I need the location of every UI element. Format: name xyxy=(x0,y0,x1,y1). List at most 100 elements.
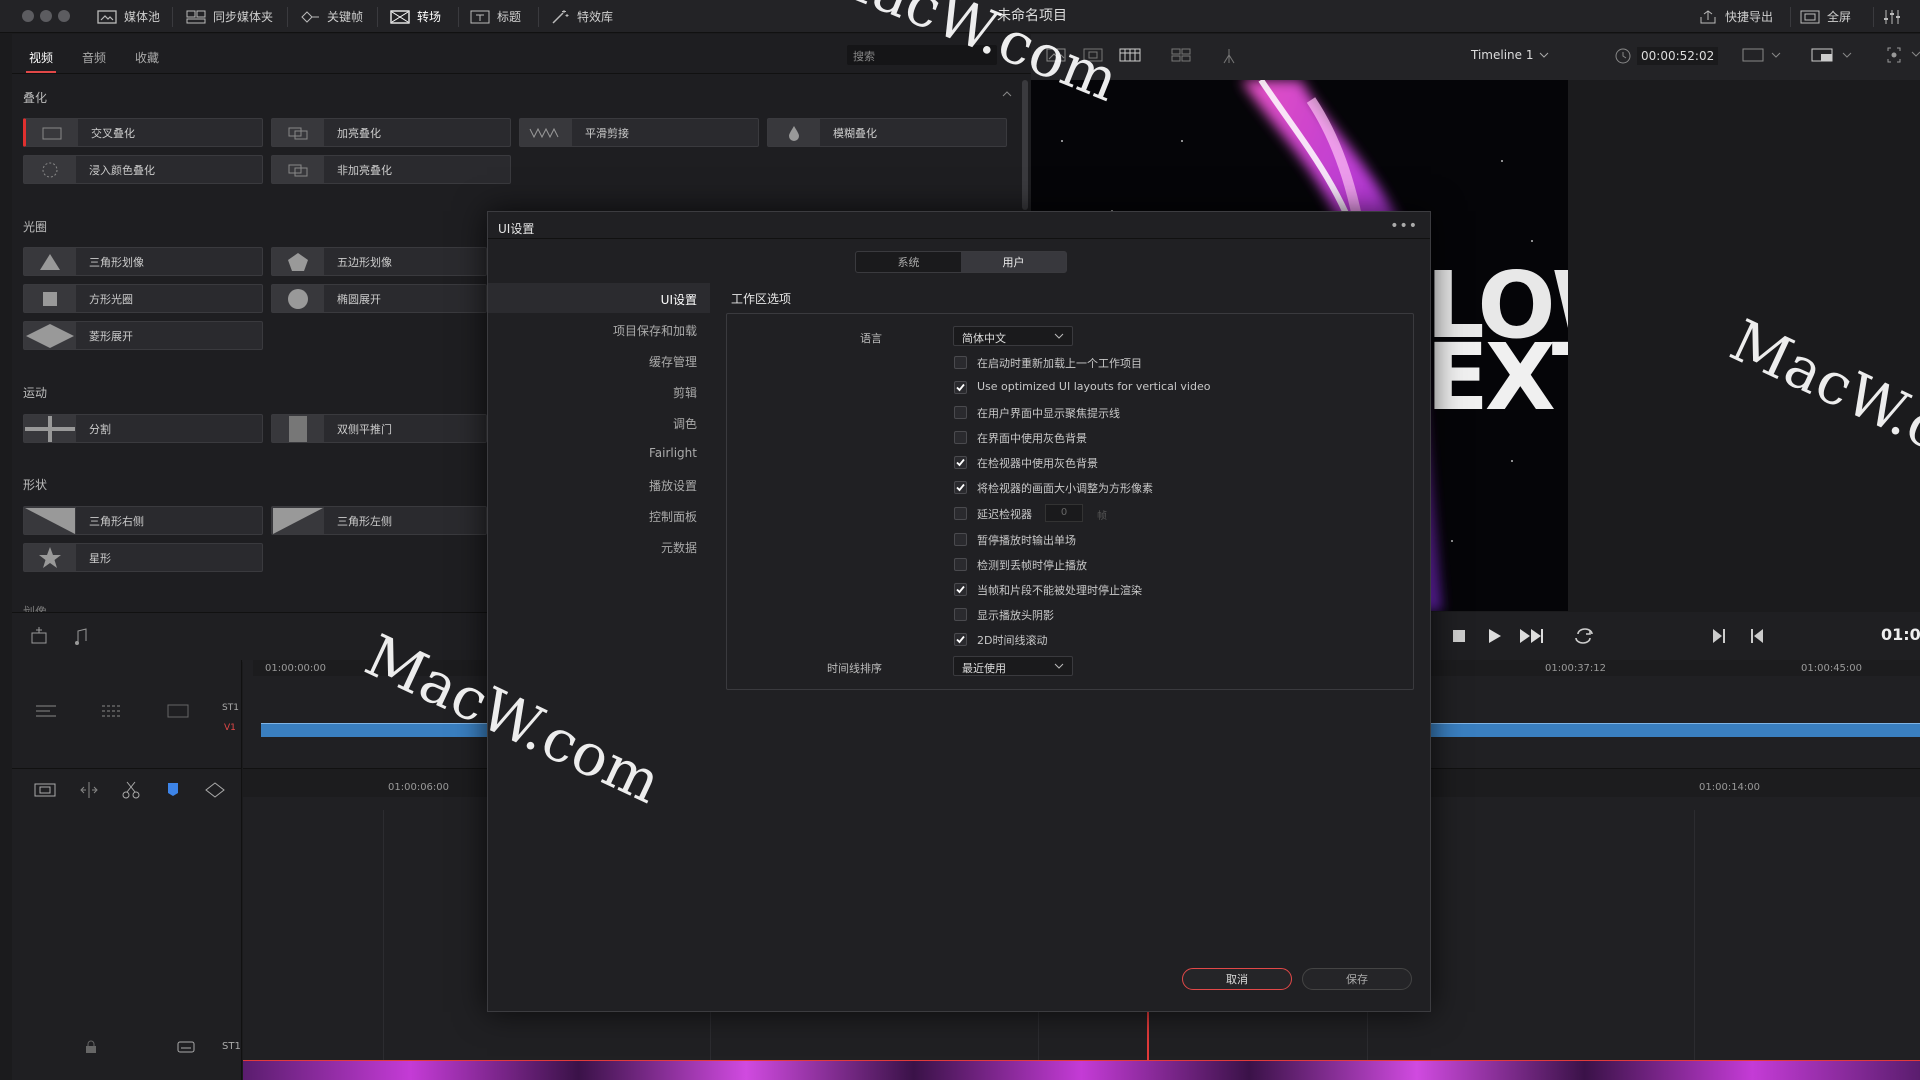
transition-split[interactable]: 分割 xyxy=(23,414,263,443)
trim-icon[interactable] xyxy=(76,780,102,800)
nav-playback[interactable]: 播放设置 xyxy=(649,477,697,494)
play-icon[interactable] xyxy=(1486,627,1502,645)
checkbox-delay-viewer[interactable] xyxy=(954,507,967,520)
option-label: Use optimized UI layouts for vertical vi… xyxy=(977,380,1211,393)
pentagon-icon xyxy=(288,252,308,271)
sync-bin-button[interactable]: 同步媒体夹 xyxy=(186,0,273,33)
window-minimize-button[interactable] xyxy=(40,10,52,22)
marker-icon[interactable] xyxy=(202,780,228,800)
mixer-button[interactable] xyxy=(1882,0,1902,33)
nav-edit[interactable]: 剪辑 xyxy=(673,384,697,401)
clip-thumbnails[interactable] xyxy=(243,1060,1920,1080)
tab-video[interactable]: 视频 xyxy=(29,49,53,66)
transition-non-additive-dissolve[interactable]: 非加亮叠化 xyxy=(271,155,511,184)
track-audio-icon[interactable] xyxy=(100,702,124,720)
timeline-selector[interactable]: Timeline 1 xyxy=(1471,48,1549,62)
barn-door-icon xyxy=(289,415,307,442)
transition-triangle-right[interactable]: 三角形右侧 xyxy=(23,506,263,535)
nav-project-save-load[interactable]: 项目保存和加载 xyxy=(613,322,697,339)
thumbnail xyxy=(272,156,324,183)
language-dropdown[interactable]: 简体中文 xyxy=(953,326,1073,346)
nav-color[interactable]: 调色 xyxy=(673,415,697,432)
checkbox-square-pixels[interactable] xyxy=(954,481,967,494)
viewer-size-dropdown[interactable] xyxy=(1742,47,1782,63)
track-label-st1: ST1 xyxy=(222,703,239,713)
track-select-icon[interactable] xyxy=(34,702,58,720)
tab-user[interactable]: 用户 xyxy=(961,252,1066,272)
previous-clip-icon[interactable] xyxy=(1749,627,1765,645)
metadata-icon[interactable] xyxy=(1221,47,1237,65)
transition-additive-dissolve[interactable]: 加亮叠化 xyxy=(271,118,511,147)
checkmark-icon xyxy=(956,458,965,467)
transition-barn-door[interactable]: 双侧平推门 xyxy=(271,414,487,443)
transition-triangle-left[interactable]: 三角形左侧 xyxy=(271,506,487,535)
media-pool-button[interactable]: 媒体池 xyxy=(97,0,160,33)
more-options-icon[interactable]: ••• xyxy=(1390,218,1418,234)
tab-system[interactable]: 系统 xyxy=(856,252,961,272)
transition-cross-dissolve[interactable]: 交叉叠化 xyxy=(23,118,263,147)
transition-oval-iris[interactable]: 椭圆展开 xyxy=(271,284,487,313)
loop-icon[interactable] xyxy=(1571,626,1597,646)
window-zoom-button[interactable] xyxy=(58,10,70,22)
effects-library-button[interactable]: 特效库 xyxy=(550,0,613,33)
hq-icon[interactable] xyxy=(1811,47,1855,63)
cancel-button[interactable]: 取消 xyxy=(1182,968,1292,990)
stop-icon[interactable] xyxy=(1451,627,1467,645)
transition-diamond-iris[interactable]: 菱形展开 xyxy=(23,321,263,350)
checkbox-gray-background-viewer[interactable] xyxy=(954,456,967,469)
separator xyxy=(538,7,539,27)
delay-frames-input[interactable]: 0 xyxy=(1045,504,1083,522)
subtitle-icon[interactable] xyxy=(177,1040,195,1054)
nav-control-panels[interactable]: 控制面板 xyxy=(649,508,697,525)
flag-icon[interactable] xyxy=(162,780,184,800)
keyframes-button[interactable]: 关键帧 xyxy=(300,0,363,33)
chevron-up-icon[interactable] xyxy=(1002,90,1012,98)
checkbox-vertical-video-layouts[interactable] xyxy=(954,381,967,394)
checkbox-output-single-field[interactable] xyxy=(954,533,967,546)
clip-view-icon[interactable] xyxy=(32,780,58,800)
next-clip-icon[interactable] xyxy=(1711,627,1727,645)
scrollbar[interactable] xyxy=(1022,80,1028,210)
track-video-icon[interactable] xyxy=(166,702,190,720)
transition-smooth-cut[interactable]: 平滑剪接 xyxy=(519,118,759,147)
nav-cache-management[interactable]: 缓存管理 xyxy=(649,353,697,370)
transition-triangle-iris[interactable]: 三角形划像 xyxy=(23,247,263,276)
timecode-label: 01:00:00:00 xyxy=(265,663,327,674)
transitions-button[interactable]: 转场 xyxy=(390,0,441,33)
window-close-button[interactable] xyxy=(22,10,34,22)
fullscreen-expand-icon[interactable] xyxy=(1886,46,1920,64)
lock-icon[interactable] xyxy=(84,1040,98,1054)
timeline-sort-dropdown[interactable]: 最近使用 xyxy=(953,656,1073,676)
video-track-add-icon[interactable] xyxy=(28,625,50,647)
transition-blur-dissolve[interactable]: 模糊叠化 xyxy=(767,118,1007,147)
fullscreen-button[interactable]: 全屏 xyxy=(1800,0,1851,33)
transition-dip-to-color[interactable]: 浸入颜色叠化 xyxy=(23,155,263,184)
transition-pentagon-iris[interactable]: 五边形划像 xyxy=(271,247,487,276)
save-button[interactable]: 保存 xyxy=(1302,968,1412,990)
titles-button[interactable]: 标题 xyxy=(470,0,521,33)
checkbox-2d-timeline-scroll[interactable] xyxy=(954,633,967,646)
checkbox-stop-rendering[interactable] xyxy=(954,583,967,596)
layout-icon[interactable] xyxy=(1171,47,1191,63)
thumbnail xyxy=(768,119,820,146)
tab-favorites[interactable]: 收藏 xyxy=(135,49,159,66)
thumbnail xyxy=(272,119,324,146)
nav-fairlight[interactable]: Fairlight xyxy=(649,446,697,460)
timecode-label: 01:00:37:12 xyxy=(1545,663,1607,674)
razor-icon[interactable] xyxy=(118,780,144,800)
tab-audio[interactable]: 音频 xyxy=(82,49,106,66)
quick-export-button[interactable]: 快捷导出 xyxy=(1698,0,1773,33)
checkbox-stop-on-dropped-frames[interactable] xyxy=(954,558,967,571)
viewer-timecode[interactable]: 00:00:52:02 xyxy=(1637,47,1719,65)
fast-forward-icon[interactable] xyxy=(1518,627,1546,645)
nav-ui-settings[interactable]: UI设置 xyxy=(661,291,697,308)
transition-star[interactable]: 星形 xyxy=(23,543,263,572)
nav-metadata[interactable]: 元数据 xyxy=(661,539,697,556)
checkbox-reload-last-project[interactable] xyxy=(954,356,967,369)
checkbox-playhead-shadow[interactable] xyxy=(954,608,967,621)
audio-track-add-icon[interactable] xyxy=(70,625,92,647)
checkbox-gray-background-ui[interactable] xyxy=(954,431,967,444)
transition-square-iris[interactable]: 方形光圈 xyxy=(23,284,263,313)
separator xyxy=(172,7,173,27)
checkbox-focus-indicators[interactable] xyxy=(954,406,967,419)
